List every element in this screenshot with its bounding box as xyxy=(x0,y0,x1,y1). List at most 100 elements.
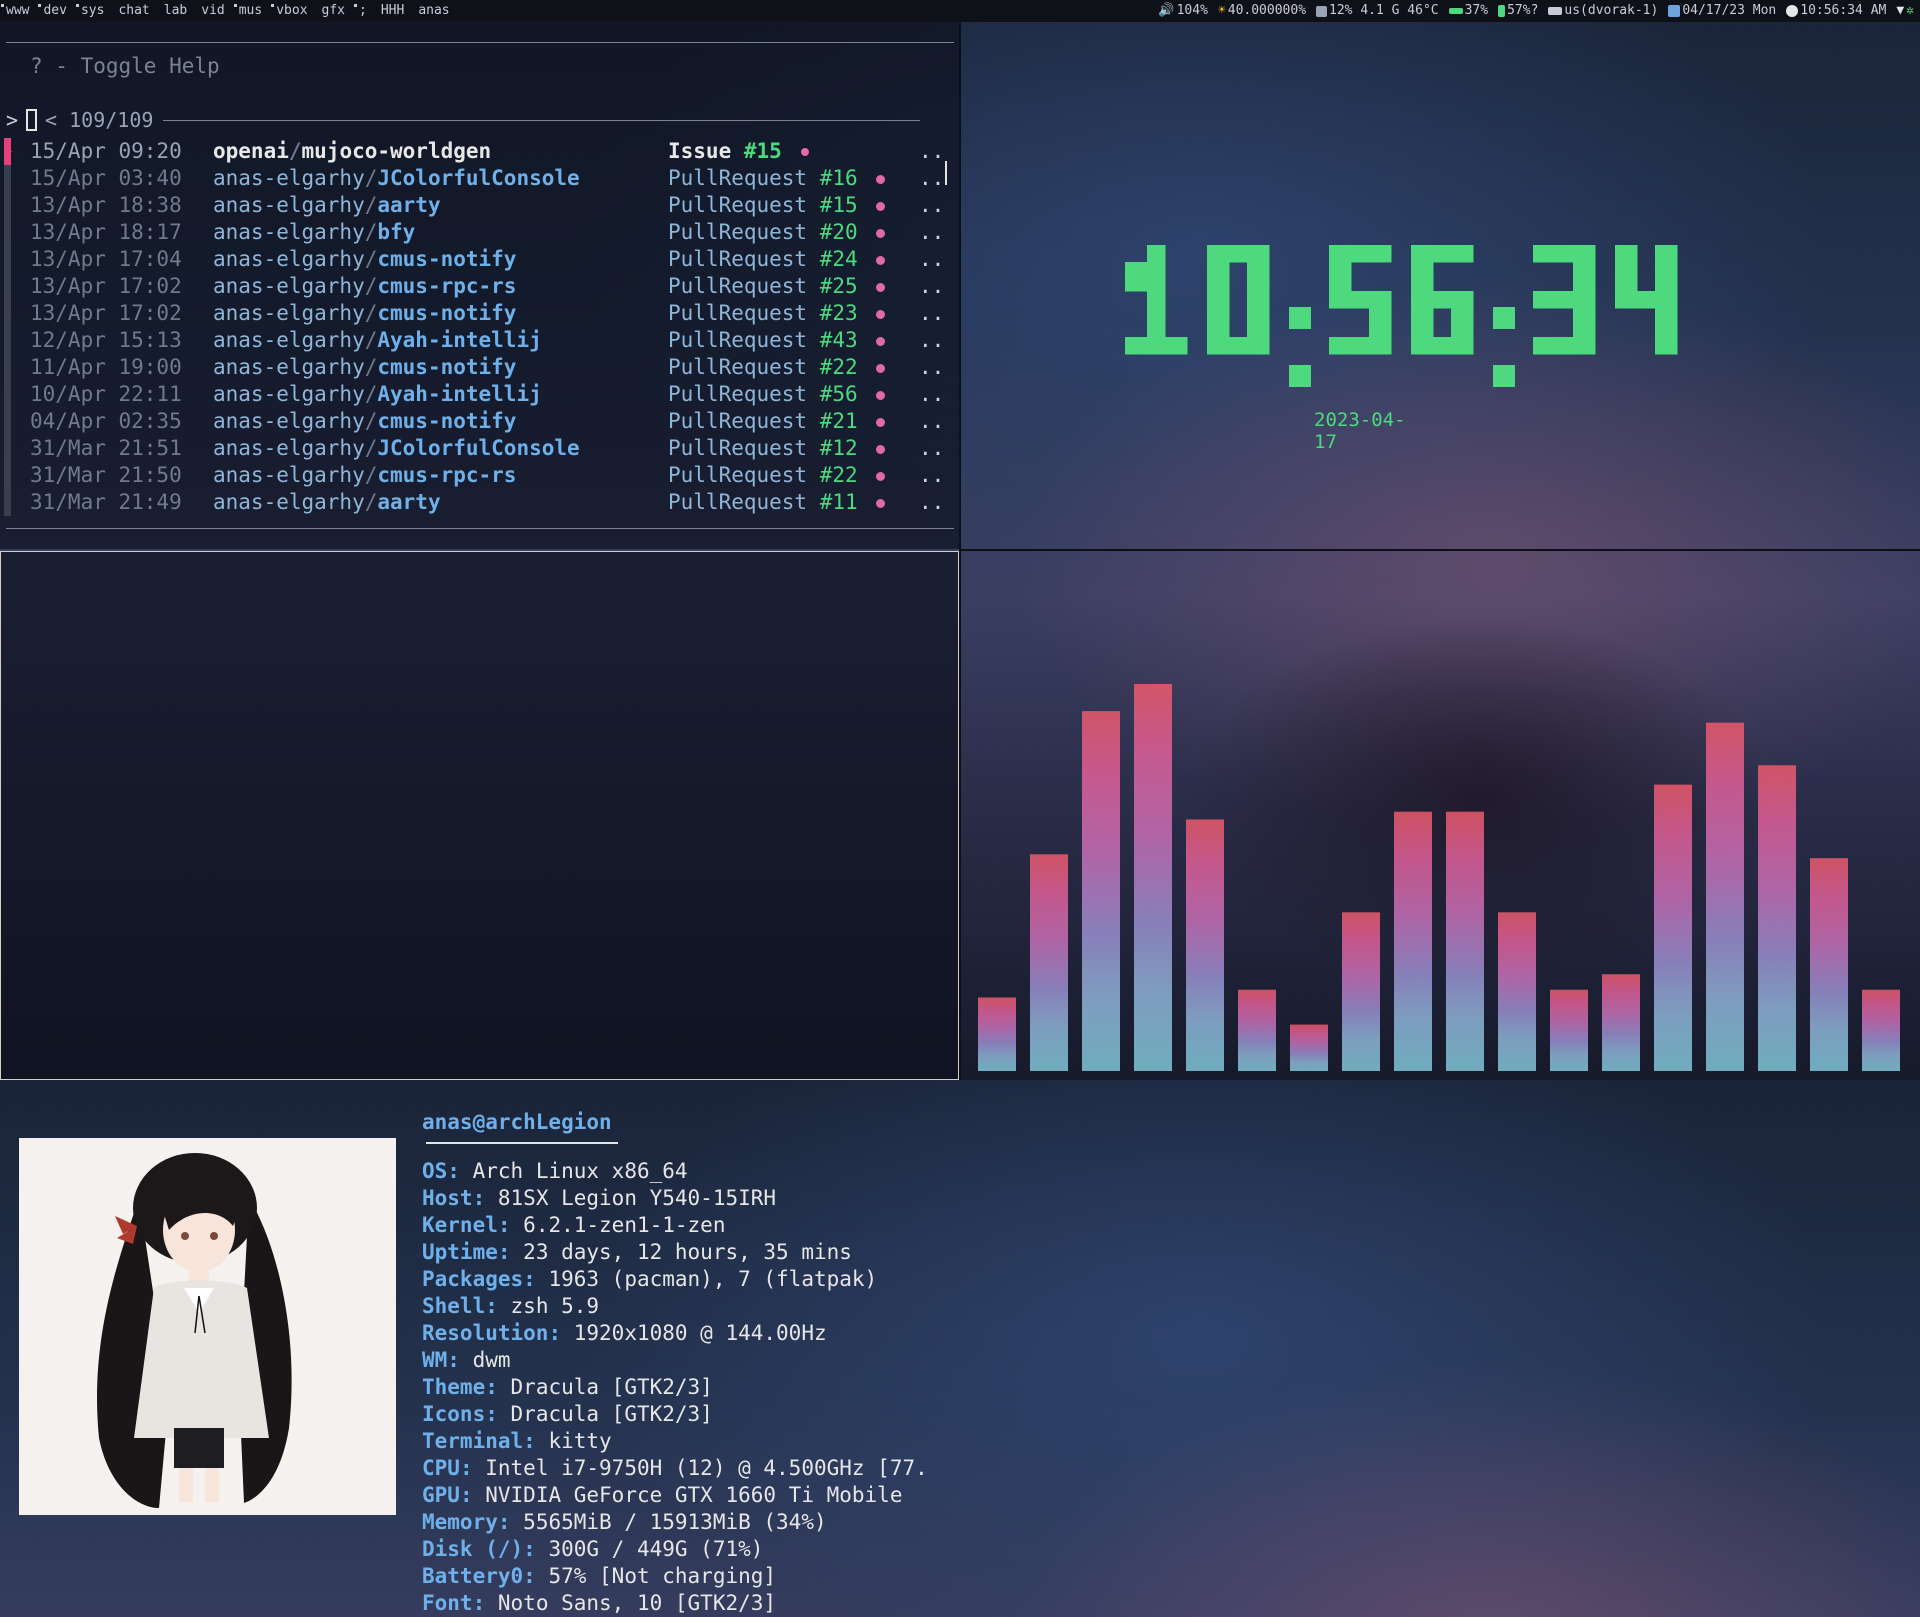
clock-digit-segment xyxy=(1369,308,1392,338)
row-more[interactable]: .. xyxy=(919,489,944,516)
info-value: Dracula [GTK2/3] xyxy=(510,1375,713,1399)
clock-digit-segment xyxy=(1573,337,1596,355)
tag-3[interactable]: chat xyxy=(118,0,149,22)
type-label: PullRequest xyxy=(668,193,808,217)
notification-row[interactable]: 15/Apr 03:40 anas-elgarhy/JColorfulConsol… xyxy=(0,165,950,192)
row-type: PullRequest #21 xyxy=(668,408,858,435)
unread-dot-icon xyxy=(801,148,809,156)
search-prompt[interactable]: > < 109/109 xyxy=(6,108,921,132)
repo-owner: anas-elgarhy xyxy=(213,166,365,190)
notification-row[interactable]: 12/Apr 15:13 anas-elgarhy/Ayah-intellij Pu… xyxy=(0,327,950,354)
notification-row[interactable]: 13/Apr 18:38 anas-elgarhy/aarty PullReques… xyxy=(0,192,950,219)
info-key: Host xyxy=(422,1186,473,1210)
row-more[interactable]: .. xyxy=(919,219,944,246)
clock-digit-segment xyxy=(1655,337,1678,355)
keyboard-status: us(dvorak-1) xyxy=(1548,0,1658,22)
row-repo-path[interactable]: anas-elgarhy/aarty xyxy=(213,192,441,219)
row-repo-path[interactable]: anas-elgarhy/JColorfulConsole xyxy=(213,165,580,192)
tag-4[interactable]: lab xyxy=(164,0,187,22)
notification-row[interactable]: ▶ 15/Apr 09:20 openai/mujoco-worldgen Issue… xyxy=(0,138,950,165)
row-repo-path[interactable]: anas-elgarhy/Ayah-intellij xyxy=(213,327,542,354)
row-more[interactable]: .. xyxy=(919,327,944,354)
notification-row[interactable]: 13/Apr 17:02 anas-elgarhy/cmus-rpc-rs Pull… xyxy=(0,273,950,300)
info-line: WM: dwm xyxy=(422,1347,928,1374)
row-gutter xyxy=(4,273,11,300)
spectrum-bar xyxy=(1238,989,1276,1071)
row-date: 11/Apr 19:00 xyxy=(30,355,182,379)
row-repo-path[interactable]: anas-elgarhy/cmus-rpc-rs xyxy=(213,462,516,489)
clock-digit-segment xyxy=(1533,291,1556,309)
tag-2[interactable]: sys xyxy=(75,0,104,22)
row-repo-path[interactable]: anas-elgarhy/cmus-notify xyxy=(213,408,516,435)
tray-app-icon[interactable]: ✲ xyxy=(1906,0,1914,22)
scroll-indicator[interactable] xyxy=(945,161,947,185)
row-gutter xyxy=(4,381,11,408)
bottom-divider xyxy=(6,528,954,529)
notification-row[interactable]: 11/Apr 19:00 anas-elgarhy/cmus-notify Pull… xyxy=(0,354,950,381)
row-repo-path[interactable]: anas-elgarhy/cmus-rpc-rs xyxy=(213,273,516,300)
row-more[interactable]: .. xyxy=(919,300,944,327)
clock-digit-segment xyxy=(1247,337,1270,355)
row-date: 15/Apr 03:40 xyxy=(30,166,182,190)
info-line: Resolution: 1920x1080 @ 144.00Hz xyxy=(422,1320,928,1347)
info-colon: : xyxy=(447,1348,460,1372)
audio-spectrum xyxy=(978,684,1900,1071)
row-type: PullRequest #11 xyxy=(668,489,858,516)
row-repo-path[interactable]: anas-elgarhy/Ayah-intellij xyxy=(213,381,542,408)
row-repo-path[interactable]: openai/mujoco-worldgen xyxy=(213,138,491,165)
clock-digit-segment xyxy=(1411,291,1434,309)
clock-digit-segment xyxy=(1411,308,1434,338)
wifi-icon[interactable]: ▼ xyxy=(1896,0,1904,22)
row-repo-path[interactable]: anas-elgarhy/cmus-notify xyxy=(213,354,516,381)
info-value: kitty xyxy=(548,1429,612,1453)
info-key: WM xyxy=(422,1348,448,1372)
memory-value: 37% xyxy=(1464,3,1489,18)
tag-0[interactable]: www xyxy=(0,0,29,22)
tag-1[interactable]: dev xyxy=(38,0,67,22)
row-more[interactable]: .. xyxy=(919,165,944,192)
repo-name: cmus-notify xyxy=(377,355,517,379)
row-more[interactable]: .. xyxy=(919,408,944,435)
tag-7[interactable]: vbox xyxy=(271,0,308,22)
notification-row[interactable]: 31/Mar 21:51 anas-elgarhy/JColorfulConsol… xyxy=(0,435,950,462)
tag-10[interactable]: HHH xyxy=(381,0,404,22)
row-more[interactable]: .. xyxy=(919,192,944,219)
row-more[interactable]: .. xyxy=(919,462,944,489)
tag-5[interactable]: vid xyxy=(201,0,224,22)
battery-value: 57%? xyxy=(1507,3,1539,18)
tag-list: www dev sys chat lab vid mus vbox gfx; HHH anas xyxy=(0,0,450,22)
tag-8[interactable]: gfx xyxy=(322,0,345,22)
row-repo-path[interactable]: anas-elgarhy/cmus-notify xyxy=(213,246,516,273)
row-repo-path[interactable]: anas-elgarhy/JColorfulConsole xyxy=(213,435,580,462)
notification-row[interactable]: 13/Apr 17:02 anas-elgarhy/cmus-notify Pull… xyxy=(0,300,950,327)
spectrum-bar xyxy=(1030,854,1068,1071)
notification-row[interactable]: 13/Apr 17:04 anas-elgarhy/cmus-notify Pull… xyxy=(0,246,950,273)
notification-row[interactable]: 31/Mar 21:50 anas-elgarhy/cmus-rpc-rs Pull… xyxy=(0,462,950,489)
row-more[interactable]: .. xyxy=(919,246,944,273)
notification-row[interactable]: 10/Apr 22:11 anas-elgarhy/Ayah-intellij Pu… xyxy=(0,381,950,408)
issue-number: #22 xyxy=(819,355,858,379)
row-date: 10/Apr 22:11 xyxy=(30,382,182,406)
clock-digit-segment xyxy=(1655,262,1678,292)
clock-digit-segment xyxy=(1247,262,1270,292)
row-more[interactable]: .. xyxy=(919,354,944,381)
text-cursor[interactable] xyxy=(26,109,38,131)
tag-9[interactable]: ; xyxy=(354,0,367,22)
repo-owner: openai xyxy=(213,139,289,163)
row-more[interactable]: .. xyxy=(919,273,944,300)
tag-11[interactable]: anas xyxy=(418,0,449,22)
row-repo-path[interactable]: anas-elgarhy/aarty xyxy=(213,489,441,516)
notification-row[interactable]: 04/Apr 02:35 anas-elgarhy/cmus-notify Pull… xyxy=(0,408,950,435)
row-more[interactable]: .. xyxy=(919,138,944,165)
issue-number: #15 xyxy=(819,193,858,217)
tag-6[interactable]: mus xyxy=(233,0,262,22)
notification-row[interactable]: 13/Apr 18:17 anas-elgarhy/bfy PullRequest … xyxy=(0,219,950,246)
row-repo-path[interactable]: anas-elgarhy/cmus-notify xyxy=(213,300,516,327)
type-label: PullRequest xyxy=(668,220,808,244)
row-more[interactable]: .. xyxy=(919,435,944,462)
row-more[interactable]: .. xyxy=(919,381,944,408)
clock-digit-segment xyxy=(1165,337,1188,355)
info-key: CPU xyxy=(422,1456,460,1480)
notification-row[interactable]: 31/Mar 21:49 anas-elgarhy/aarty PullReques… xyxy=(0,489,950,516)
row-repo-path[interactable]: anas-elgarhy/bfy xyxy=(213,219,415,246)
